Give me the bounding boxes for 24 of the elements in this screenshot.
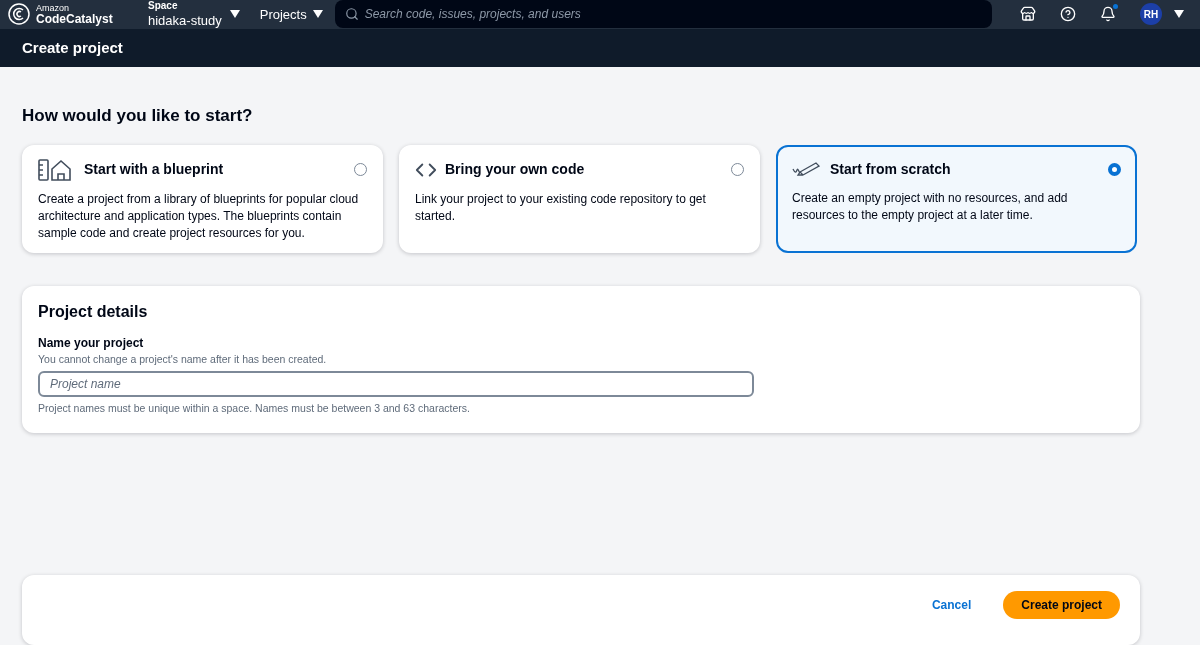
option-card[interactable]: Start from scratch Create an empty project with no resources, and add resources to the empty project at a later time.	[776, 144, 1137, 253]
search-field[interactable]: Search code, issues, projects, and users	[334, 0, 992, 29]
option-description: Link your project to your existing code repository to get started.	[415, 190, 707, 225]
create-project-button[interactable]: Create project	[1003, 591, 1120, 619]
option-card[interactable]: Bring your own code Link your project to your existing code repository to get started.	[399, 144, 760, 253]
panel-title: Project details	[38, 301, 149, 322]
field-constraint: Project names must be unique within a space. Names must be between 3 and 63 characters.	[38, 401, 471, 417]
field-label: Name your project	[38, 334, 145, 352]
option-title: Bring your own code	[445, 160, 586, 179]
option-title: Start with a blueprint	[84, 160, 225, 179]
project-name-field[interactable]: Project name	[38, 371, 754, 398]
option-card[interactable]: Start with a blueprint Create a project from a library of blueprints for popular cloud architecture and application types. The blueprints contain sample code and create project resources for you.	[22, 144, 383, 253]
user-avatar[interactable]: RH	[1140, 3, 1162, 26]
space-selector[interactable]: Space hidaka-study	[148, 0, 240, 29]
logo-subtitle: Amazon	[36, 3, 71, 13]
projects-menu[interactable]: Projects	[259, 4, 323, 25]
field-description: You cannot change a project's name after it has been created.	[38, 351, 328, 367]
logo-name: CodeCatalyst	[36, 12, 113, 25]
page-title: Create project	[22, 37, 123, 58]
cancel-button[interactable]: Cancel	[923, 596, 980, 614]
option-description: Create an empty project with no resources, and add resources to the empty project at a later time.	[792, 189, 1069, 224]
option-description: Create a project from a library of blueprints for popular cloud architecture and application types. The blueprints contain sample code and create project resources for you.	[38, 190, 360, 242]
section-heading: How would you like to start?	[22, 105, 254, 127]
option-title: Start from scratch	[830, 159, 952, 179]
